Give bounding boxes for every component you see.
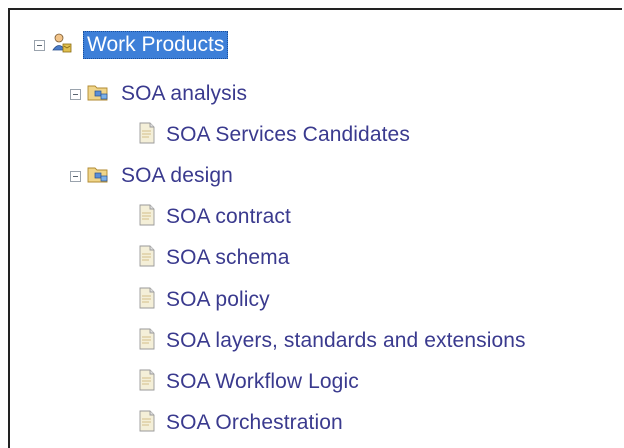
document-icon	[138, 287, 156, 314]
work-products-icon	[51, 32, 73, 59]
tree-panel: Work Products SOA analysis SOA Services …	[8, 8, 622, 448]
tree-node-work-products[interactable]: Work Products	[34, 28, 229, 62]
tree-node-label[interactable]: SOA policy	[166, 288, 270, 312]
tree-node-label[interactable]: SOA Orchestration	[166, 411, 343, 435]
tree-leaf-soa-policy[interactable]: SOA policy	[138, 283, 270, 317]
collapse-toggle-icon[interactable]	[34, 39, 45, 51]
tree-node-label[interactable]: SOA Workflow Logic	[166, 370, 359, 394]
document-icon	[138, 328, 156, 355]
document-icon	[138, 122, 156, 149]
tree-node-label[interactable]: Work Products	[83, 31, 229, 59]
tree-leaf-soa-services-candidates[interactable]: SOA Services Candidates	[138, 118, 410, 152]
tree-leaf-soa-schema[interactable]: SOA schema	[138, 241, 290, 275]
tree-node-label[interactable]: SOA Services Candidates	[166, 123, 410, 147]
tree-node-soa-analysis[interactable]: SOA analysis	[70, 77, 247, 111]
document-icon	[138, 204, 156, 231]
tree-node-label[interactable]: SOA schema	[166, 246, 290, 270]
document-icon	[138, 245, 156, 272]
tree-node-label[interactable]: SOA analysis	[121, 82, 247, 106]
collapse-toggle-icon[interactable]	[70, 88, 81, 100]
tree-node-label[interactable]: SOA design	[121, 164, 233, 188]
document-icon	[138, 410, 156, 437]
tree-leaf-soa-contract[interactable]: SOA contract	[138, 200, 291, 234]
tree-node-label[interactable]: SOA layers, standards and extensions	[166, 329, 526, 353]
tree-node-label[interactable]: SOA contract	[166, 205, 291, 229]
tree-leaf-soa-layers[interactable]: SOA layers, standards and extensions	[138, 324, 526, 358]
folder-group-icon	[87, 82, 111, 107]
tree-leaf-soa-workflow-logic[interactable]: SOA Workflow Logic	[138, 365, 359, 399]
tree-node-soa-design[interactable]: SOA design	[70, 159, 233, 193]
folder-group-icon	[87, 164, 111, 189]
collapse-toggle-icon[interactable]	[70, 170, 81, 182]
document-icon	[138, 369, 156, 396]
